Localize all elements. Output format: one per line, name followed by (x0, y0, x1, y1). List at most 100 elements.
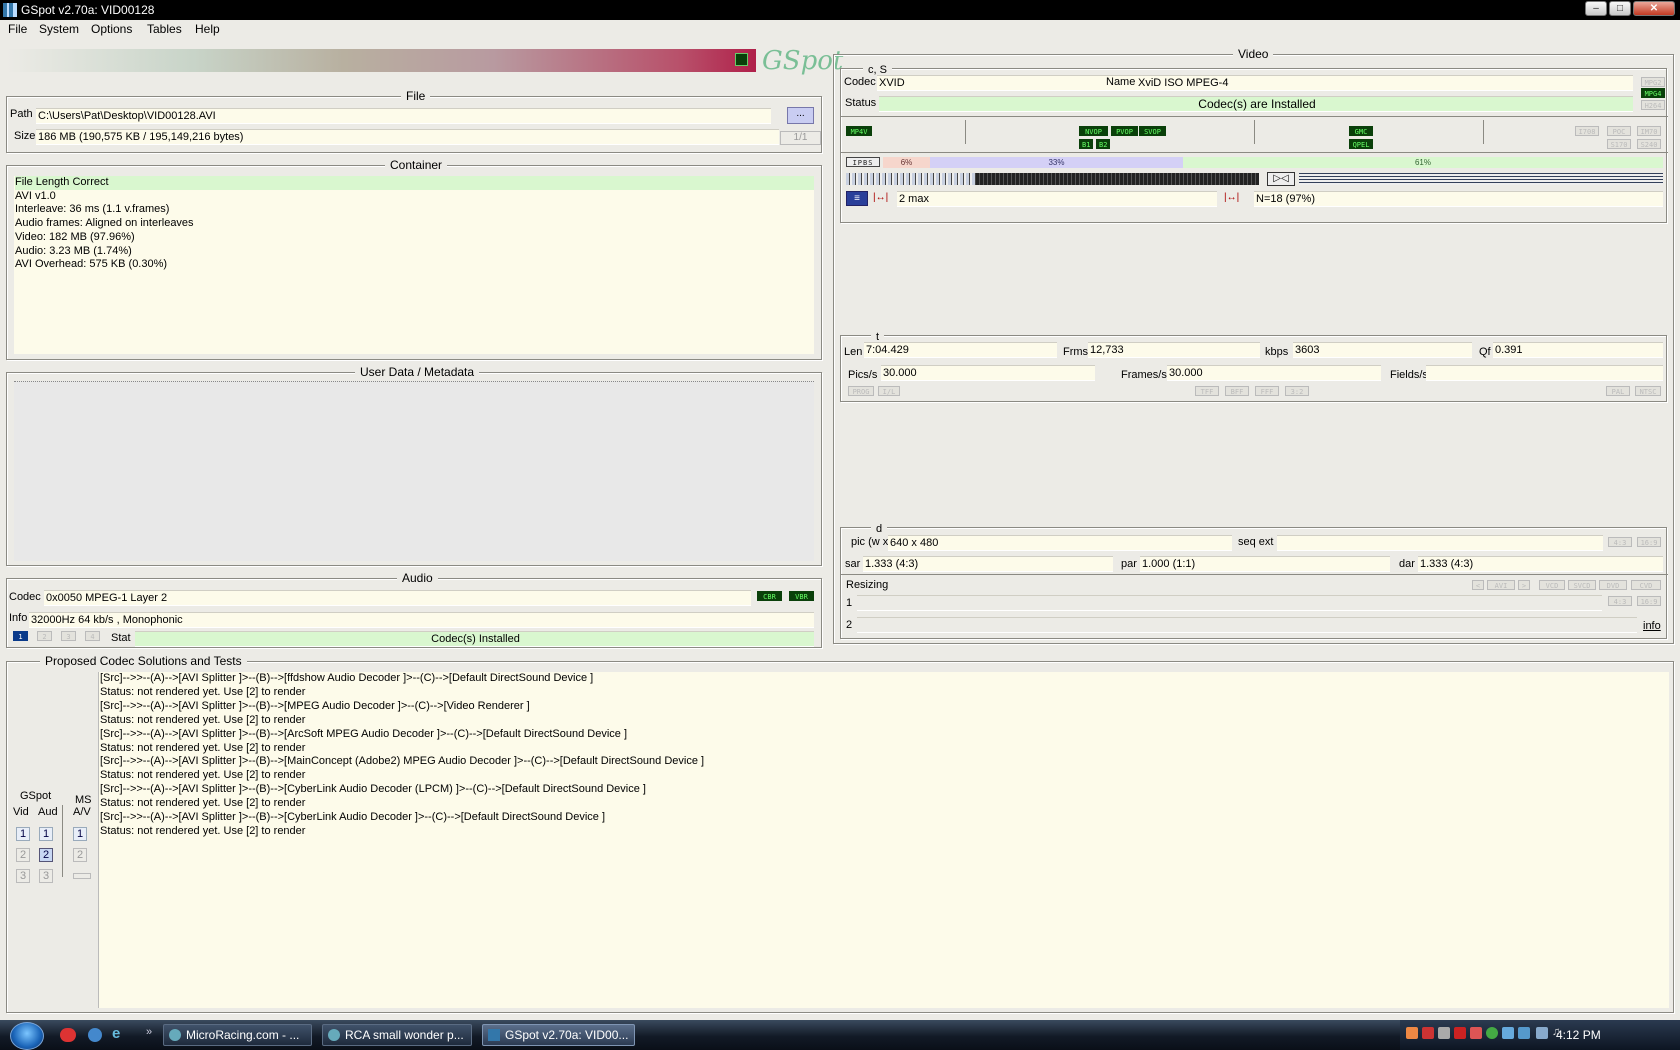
tray-icon[interactable] (1486, 1027, 1498, 1039)
task-rca[interactable]: RCA small wonder p... (322, 1024, 472, 1046)
tray-icon[interactable] (1406, 1027, 1418, 1039)
container-line: Audio frames: Aligned on interleaves (15, 217, 194, 230)
resize-dvd-button[interactable]: DVD (1599, 580, 1627, 590)
mp4v-flag: MP4V (846, 126, 872, 136)
kbps-field: 3603 (1293, 342, 1472, 358)
tray-icon[interactable] (1518, 1027, 1530, 1039)
tray-icon[interactable] (1454, 1027, 1466, 1039)
separator (1483, 120, 1484, 144)
gspot-vid-3-button[interactable]: 3 (16, 869, 30, 883)
frame-sequence-dark (976, 173, 1259, 185)
menu-options[interactable]: Options (91, 22, 132, 36)
d-label: d (871, 522, 888, 536)
codec-graph-line: [Src]-->>--(A)-->[AVI Splitter ]>--(B)--… (100, 755, 705, 768)
gspot-vid-2-button[interactable]: 2 (16, 848, 30, 862)
menu-system[interactable]: System (39, 22, 79, 36)
ntsc-flag: NTSC (1635, 386, 1661, 396)
mpg2-flag: MPG2 (1641, 77, 1665, 87)
poc-flag: POC (1607, 126, 1631, 136)
vbr-flag: VBR (789, 591, 814, 601)
userdata-area[interactable] (14, 381, 814, 561)
interlace-flag: I/L (878, 386, 900, 396)
vid-label: Vid (13, 806, 29, 818)
resize-4x3-flag: 4:3 (1608, 596, 1632, 606)
resize-vcd-button[interactable]: VCD (1539, 580, 1565, 590)
browser-icon (169, 1029, 181, 1041)
fff-flag: FFF (1255, 386, 1279, 396)
s240-flag: S240 (1637, 139, 1661, 149)
close-button[interactable]: ✕ (1633, 1, 1675, 16)
bframe-icon[interactable]: ≡ (846, 191, 868, 206)
im70-flag: IM70 (1637, 126, 1661, 136)
gspot-aud-3-button[interactable]: 3 (39, 869, 53, 883)
video-dimensions-group: d pic (w x 640 x 480 seq ext 4:3 16:9 sa… (840, 522, 1668, 639)
ms-av-2-button[interactable]: 2 (73, 848, 87, 862)
task-gspot[interactable]: GSpot v2.70a: VID00... (482, 1024, 635, 1046)
p-frame-pct: 33% (930, 157, 1183, 168)
resize-prev-button[interactable]: < (1472, 580, 1484, 590)
video-timing-group: t Len 7:04.429 Frms 12,733 kbps 3603 Qf … (840, 330, 1667, 402)
menu-file[interactable]: File (8, 22, 27, 36)
separator (965, 120, 966, 144)
frms-field: 12,733 (1088, 342, 1260, 358)
ar-16x9-flag: 16:9 (1637, 537, 1661, 547)
volume-icon[interactable]: ♫ (1552, 1026, 1564, 1038)
aim-icon[interactable] (60, 1028, 76, 1042)
audio-track-4[interactable]: 4 (85, 631, 100, 641)
tray-icon[interactable] (1502, 1027, 1514, 1039)
audio-track-2[interactable]: 2 (37, 631, 52, 641)
gspot-vid-1-button[interactable]: 1 (16, 827, 30, 841)
tff-flag: TFF (1195, 386, 1219, 396)
ie-icon[interactable]: e (112, 1026, 128, 1042)
status-led (735, 53, 748, 66)
codec-graph-line: [Src]-->>--(A)-->[AVI Splitter ]>--(B)--… (100, 699, 530, 712)
menu-bar: File System Options Tables Help (0, 20, 1680, 39)
window-title: GSpot v2.70a: VID00128 (21, 3, 155, 17)
browse-button[interactable]: ... (787, 107, 814, 124)
resizing-label: Resizing (846, 579, 889, 591)
container-title: Container (385, 158, 448, 172)
task-microracing[interactable]: MicroRacing.com - ... (163, 1024, 312, 1046)
aud-label: Aud (38, 806, 58, 818)
separator (841, 116, 1668, 117)
quicklaunch-icon[interactable] (88, 1028, 102, 1042)
tray-icon[interactable] (1422, 1027, 1434, 1039)
bff-flag: BFF (1225, 386, 1249, 396)
container-line: Interleave: 36 ms (1.1 v.frames) (15, 203, 170, 216)
menu-tables[interactable]: Tables (147, 22, 182, 36)
audio-track-1[interactable]: 1 (13, 631, 28, 641)
resize-cvd-button[interactable]: CVD (1631, 580, 1661, 590)
seqext-label: seq ext (1238, 536, 1274, 548)
fields-field (1426, 365, 1663, 381)
maximize-button[interactable]: □ (1609, 1, 1631, 16)
resize-row1-label: 1 (846, 597, 853, 609)
codec-graph-list[interactable]: [Src]-->>--(A)-->[AVI Splitter ]>--(B)--… (98, 672, 1669, 1008)
network-icon[interactable] (1536, 1027, 1548, 1039)
progress-strip (6, 49, 756, 72)
par-field: 1.000 (1:1) (1140, 556, 1390, 572)
s170-flag: S170 (1607, 139, 1631, 149)
resize-avi-button[interactable]: AVI (1487, 580, 1515, 590)
gop-marker-icon: ▷◁ (1267, 172, 1295, 186)
more-icon[interactable]: » (146, 1026, 152, 1038)
resize-row2-label: 2 (846, 619, 853, 631)
codec-status-line: Status: not rendered yet. Use [2] to ren… (100, 769, 306, 782)
start-button[interactable] (10, 1022, 44, 1050)
tray-icon[interactable] (1470, 1027, 1482, 1039)
minimize-button[interactable]: – (1585, 1, 1607, 16)
gop-marker2-icon: |↔| (1224, 192, 1240, 203)
gspot-aud-1-button[interactable]: 1 (39, 827, 53, 841)
ms-av-1-button[interactable]: 1 (73, 827, 87, 841)
audio-track-3[interactable]: 3 (61, 631, 76, 641)
resize-svcd-button[interactable]: SVCD (1568, 580, 1596, 590)
nvop-flag: NVOP (1079, 126, 1108, 136)
path-field[interactable]: C:\Users\Pat\Desktop\VID00128.AVI (36, 108, 771, 124)
fields-label: Fields/s (1390, 369, 1428, 381)
resize-next-button[interactable]: > (1518, 580, 1530, 590)
app-icon (3, 3, 17, 17)
tray-icon[interactable] (1438, 1027, 1450, 1039)
menu-help[interactable]: Help (195, 22, 220, 36)
gspot-aud-2-button[interactable]: 2 (39, 848, 53, 862)
info-link[interactable]: info (1643, 619, 1661, 633)
resize-row1-field (857, 595, 1602, 611)
